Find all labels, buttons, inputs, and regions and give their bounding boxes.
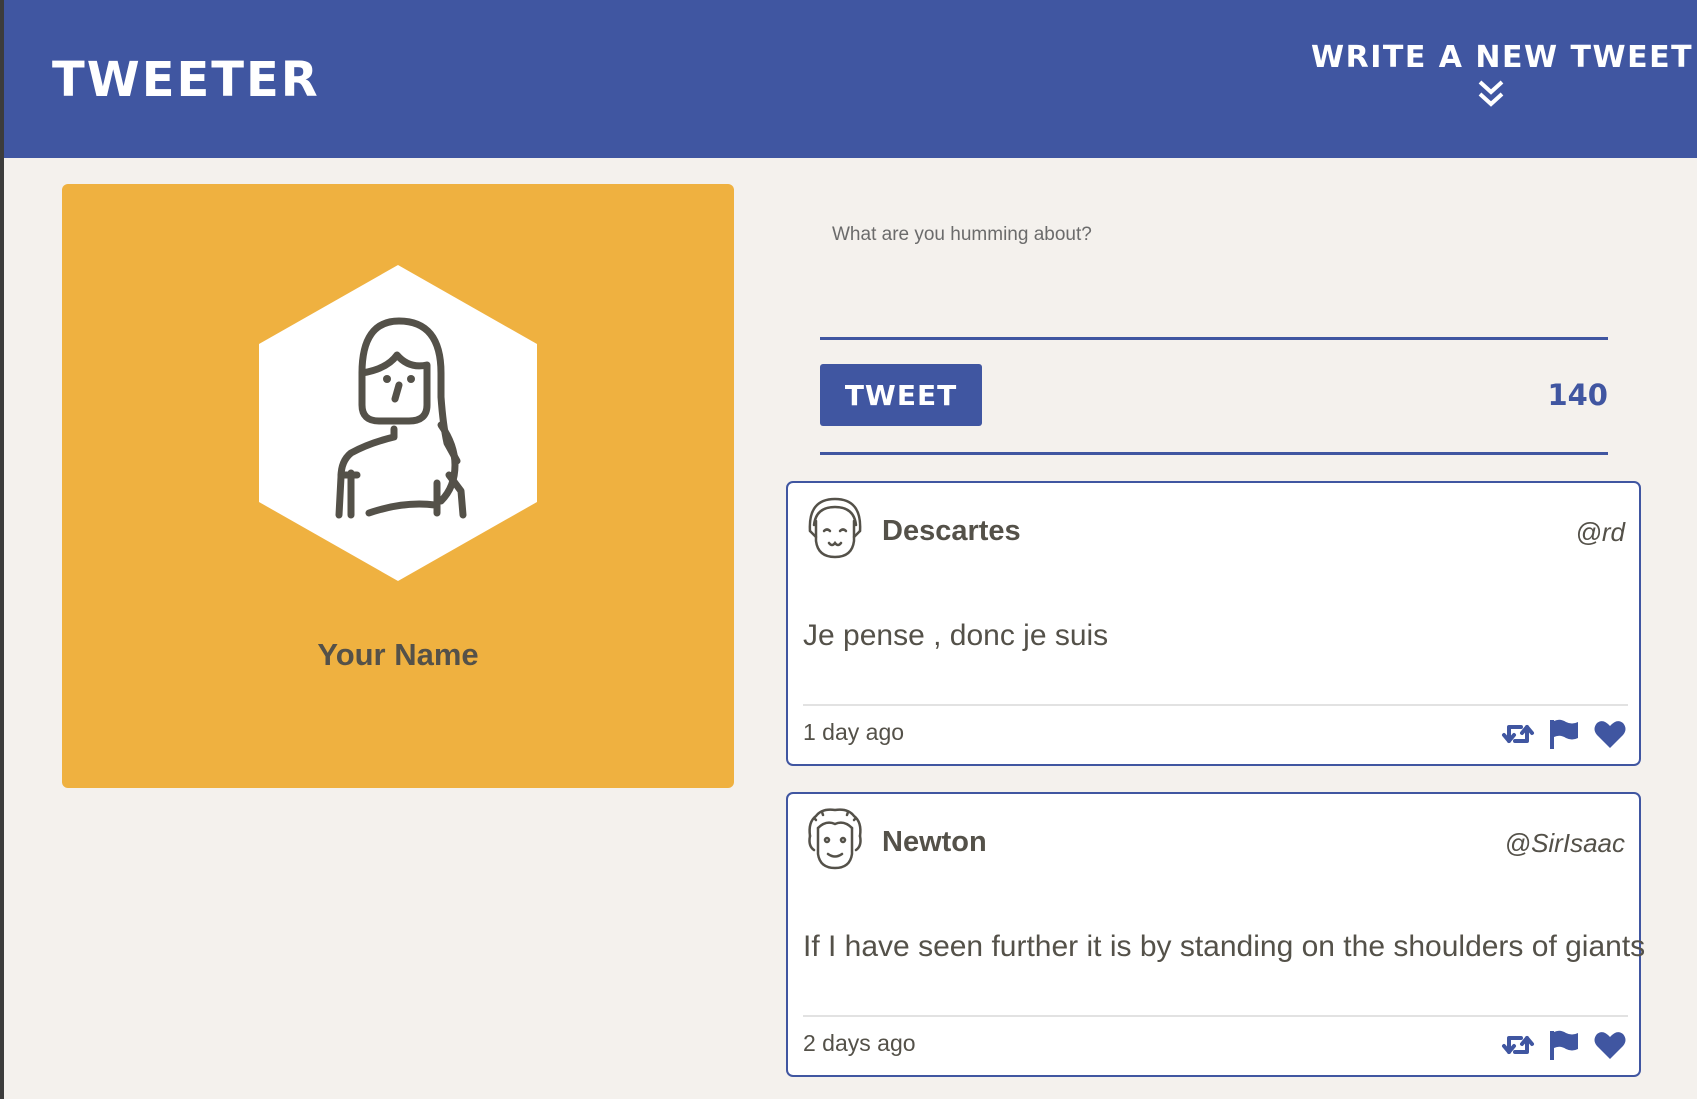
brand-logo[interactable]: TWEETER: [52, 52, 320, 108]
tweet-actions: [1501, 1028, 1627, 1062]
write-new-tweet-label: WRITE A NEW TWEET: [1311, 40, 1694, 75]
woman-avatar-icon: [259, 265, 537, 581]
tweet-text: If I have seen further it is by standing…: [803, 930, 1646, 963]
write-new-tweet-toggle[interactable]: WRITE A NEW TWEET: [1311, 40, 1694, 120]
tweet-author: Descartes: [882, 515, 1021, 547]
flag-icon[interactable]: [1547, 1028, 1581, 1062]
double-chevron-down-icon: [1478, 80, 1504, 107]
tweet-input[interactable]: [820, 210, 1608, 340]
retweet-icon[interactable]: [1501, 1028, 1535, 1062]
window-edge: [0, 0, 4, 1099]
tweet-card: Newton @SirIsaac If I have seen further …: [786, 792, 1646, 1077]
tweet-card: Descartes @rd Je pense , donc je suis 1 …: [786, 481, 1641, 766]
composer-divider: [820, 452, 1608, 455]
profile-card: Your Name: [62, 184, 734, 788]
tweet-text: Je pense , donc je suis: [803, 619, 1109, 652]
tweet-divider: [803, 704, 1628, 706]
top-navbar: TWEETER WRITE A NEW TWEET: [4, 0, 1697, 158]
tweet-author: Newton: [882, 826, 987, 858]
descartes-avatar-icon: [808, 497, 862, 559]
tweet-actions: [1501, 717, 1627, 751]
heart-icon[interactable]: [1593, 717, 1627, 751]
profile-name: Your Name: [317, 637, 479, 672]
character-counter: 140: [1547, 378, 1608, 412]
tweet-handle: @SirIsaac: [1504, 828, 1625, 858]
tweet-handle: @rd: [1575, 517, 1625, 547]
tweet-submit-button[interactable]: TWEET: [820, 364, 982, 426]
tweet-timestamp: 1 day ago: [803, 719, 905, 745]
tweet-timestamp: 2 days ago: [803, 1030, 916, 1056]
tweet-divider: [803, 1015, 1628, 1017]
tweet-composer: TWEET 140: [820, 210, 1608, 455]
newton-avatar-icon: [808, 808, 862, 870]
flag-icon[interactable]: [1547, 717, 1581, 751]
retweet-icon[interactable]: [1501, 717, 1535, 751]
heart-icon[interactable]: [1593, 1028, 1627, 1062]
